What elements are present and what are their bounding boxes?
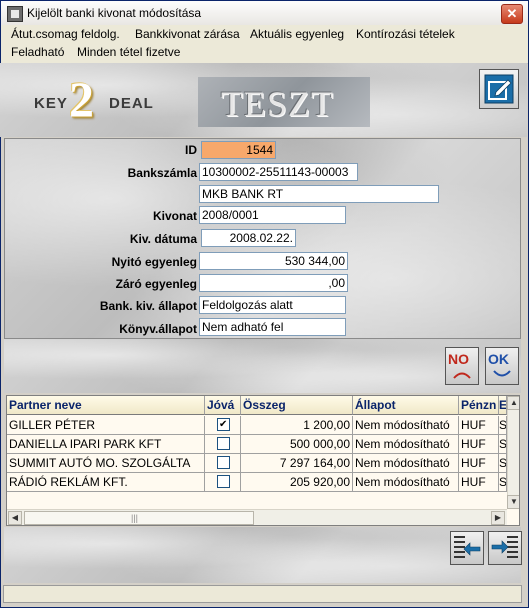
menu-item-kontirozasi-tetelek[interactable]: Kontírozási tételek bbox=[356, 27, 455, 41]
scroll-right-icon[interactable]: ▶ bbox=[491, 511, 505, 525]
cell-extra: S bbox=[499, 473, 507, 492]
edit-button[interactable] bbox=[479, 69, 519, 109]
account-label: Bankszámla bbox=[127, 166, 197, 180]
bank-name-field[interactable]: MKB BANK RT bbox=[199, 185, 439, 203]
export-items-button[interactable] bbox=[488, 531, 522, 565]
window-title: Kijelölt banki kivonat módosítása bbox=[27, 6, 202, 20]
vertical-scrollbar[interactable]: ▲ ▼ bbox=[507, 396, 519, 509]
ok-button[interactable]: OK bbox=[485, 347, 519, 385]
cell-currency: HUF bbox=[459, 454, 499, 473]
column-header-partner[interactable]: Partner neve bbox=[7, 396, 205, 415]
key2deal-logo: KEY 2 DEAL bbox=[34, 71, 162, 127]
grid-header-row: Partner neve Jóvá Összeg Állapot Pénzn E bbox=[7, 396, 507, 415]
table-row[interactable]: DANIELLA IPARI PARK KFT 500 000,00 Nem m… bbox=[7, 435, 507, 454]
cell-jova bbox=[205, 473, 241, 492]
scroll-down-icon[interactable]: ▼ bbox=[507, 495, 519, 509]
edit-icon bbox=[484, 74, 514, 104]
cell-status: Nem módosítható bbox=[353, 473, 459, 492]
column-header-penznem[interactable]: Pénzn bbox=[459, 396, 499, 415]
menu-item-bankkivonat-zarasa[interactable]: Bankkivonat zárása bbox=[135, 27, 240, 41]
table-row[interactable]: RÁDIÓ REKLÁM KFT. 205 920,00 Nem módosít… bbox=[7, 473, 507, 492]
booking-status-field[interactable]: Nem adható fel bbox=[199, 318, 346, 336]
column-header-jova[interactable]: Jóvá bbox=[205, 396, 241, 415]
menu-bar: Átut.csomag feldolg. Bankkivonat zárása … bbox=[1, 25, 528, 64]
cell-amount: 1 200,00 bbox=[241, 416, 353, 435]
horizontal-scrollbar[interactable]: ◀ ||| ▶ bbox=[7, 509, 507, 525]
scroll-left-icon[interactable]: ◀ bbox=[8, 511, 22, 525]
import-items-button[interactable] bbox=[450, 531, 484, 565]
approve-checkbox[interactable] bbox=[217, 475, 230, 489]
button-panel bbox=[4, 339, 521, 393]
cell-partner: SUMMIT AUTÓ MO. SZOLGÁLTA bbox=[7, 454, 205, 473]
cell-extra: S bbox=[499, 416, 507, 435]
no-button[interactable]: NO bbox=[445, 347, 479, 385]
teszt-banner-text: TESZT bbox=[221, 84, 334, 124]
no-face-icon: NO bbox=[448, 351, 471, 379]
cell-jova bbox=[205, 416, 241, 435]
id-label: ID bbox=[185, 143, 197, 157]
list-arrow-left-icon bbox=[454, 536, 481, 558]
approve-checkbox[interactable] bbox=[217, 437, 230, 451]
date-label: Kiv. dátuma bbox=[129, 232, 197, 246]
menu-item-feladhato[interactable]: Feladható bbox=[11, 45, 64, 59]
menu-item-aktualis-egyenleg[interactable]: Aktuális egyenleg bbox=[250, 27, 344, 41]
opening-balance-label: Nyitó egyenleg bbox=[111, 255, 197, 269]
horizontal-scroll-thumb[interactable]: ||| bbox=[24, 511, 254, 525]
no-text: NO bbox=[448, 351, 469, 367]
cell-amount: 7 297 164,00 bbox=[241, 454, 353, 473]
logo-deal-text: DEAL bbox=[109, 95, 154, 112]
app-icon bbox=[7, 6, 23, 22]
cell-amount: 500 000,00 bbox=[241, 435, 353, 454]
table-row[interactable]: GILLER PÉTER 1 200,00 Nem módosítható HU… bbox=[7, 416, 507, 435]
id-field[interactable]: 1544 bbox=[201, 141, 276, 159]
cell-currency: HUF bbox=[459, 416, 499, 435]
teszt-banner: TESZT bbox=[198, 77, 370, 127]
date-field[interactable]: 2008.02.22. bbox=[201, 229, 296, 247]
ok-text: OK bbox=[488, 351, 509, 367]
opening-balance-field[interactable]: 530 344,00 bbox=[199, 252, 348, 270]
cell-partner: DANIELLA IPARI PARK KFT bbox=[7, 435, 205, 454]
cell-partner: RÁDIÓ REKLÁM KFT. bbox=[7, 473, 205, 492]
cell-currency: HUF bbox=[459, 473, 499, 492]
closing-balance-field[interactable]: ,00 bbox=[199, 274, 348, 292]
title-bar[interactable]: Kijelölt banki kivonat módosítása ✕ bbox=[1, 1, 528, 26]
closing-balance-label: Záró egyenleg bbox=[115, 277, 197, 291]
menu-item-atut-csomag[interactable]: Átut.csomag feldolg. bbox=[11, 27, 120, 41]
logo-key-text: KEY bbox=[34, 95, 68, 112]
ok-face-icon: OK bbox=[488, 351, 511, 377]
cell-status: Nem módosítható bbox=[353, 454, 459, 473]
bottom-panel bbox=[4, 527, 521, 583]
close-button[interactable]: ✕ bbox=[501, 4, 523, 24]
statement-status-field[interactable]: Feldolgozás alatt bbox=[199, 296, 346, 314]
cell-status: Nem módosítható bbox=[353, 435, 459, 454]
cell-currency: HUF bbox=[459, 435, 499, 454]
column-header-extra[interactable]: E bbox=[499, 396, 507, 415]
logo-two-text: 2 bbox=[69, 71, 94, 127]
cell-extra: S bbox=[499, 435, 507, 454]
cell-jova bbox=[205, 454, 241, 473]
account-field[interactable]: 10300002-25511143-00003 bbox=[199, 163, 358, 181]
statement-label: Kivonat bbox=[152, 209, 197, 223]
approve-checkbox[interactable] bbox=[217, 416, 230, 434]
column-header-allapot[interactable]: Állapot bbox=[353, 396, 459, 415]
cell-amount: 205 920,00 bbox=[241, 473, 353, 492]
menu-item-minden-tetel-fizetve[interactable]: Minden tétel fizetve bbox=[77, 45, 180, 59]
statement-status-label: Bank. kiv. állapot bbox=[99, 299, 197, 313]
booking-status-label: Könyv.állapot bbox=[119, 322, 197, 336]
transactions-grid: Partner neve Jóvá Összeg Állapot Pénzn E… bbox=[6, 395, 520, 526]
cell-extra: S bbox=[499, 454, 507, 473]
scroll-up-icon[interactable]: ▲ bbox=[507, 396, 519, 410]
cell-partner: GILLER PÉTER bbox=[7, 416, 205, 435]
statement-field[interactable]: 2008/0001 bbox=[199, 206, 346, 224]
scroll-grip-icon: ||| bbox=[131, 513, 139, 523]
cell-status: Nem módosítható bbox=[353, 416, 459, 435]
table-row[interactable]: SUMMIT AUTÓ MO. SZOLGÁLTA 7 297 164,00 N… bbox=[7, 454, 507, 473]
approve-checkbox[interactable] bbox=[217, 456, 230, 470]
status-bar bbox=[3, 585, 522, 603]
list-arrow-swap-icon bbox=[491, 536, 518, 558]
cell-jova bbox=[205, 435, 241, 454]
column-header-osszeg[interactable]: Összeg bbox=[241, 396, 353, 415]
